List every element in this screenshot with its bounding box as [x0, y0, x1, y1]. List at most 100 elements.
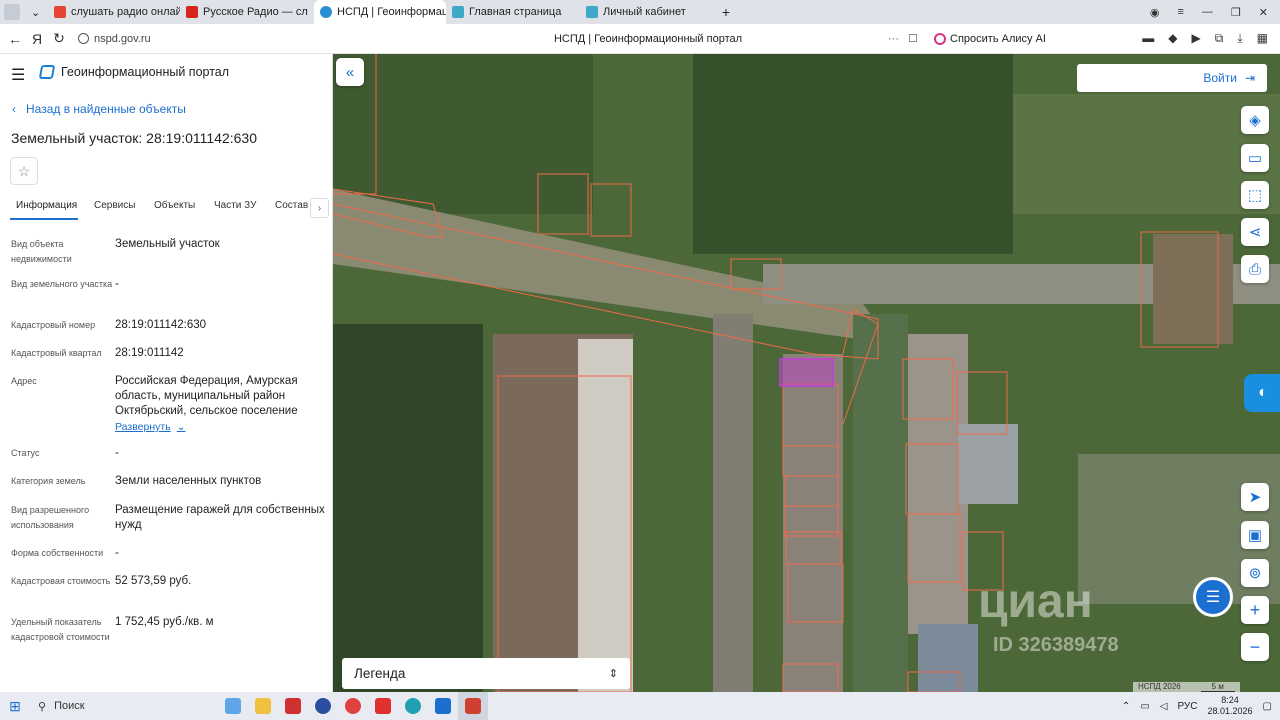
browser-tab[interactable]: слушать радио онлайн бе: [48, 1, 180, 23]
windows-taskbar: ⊞ ⚲ Поиск ⌃ ▭ ◁ РУС 8:24 28.01.2026 ▢: [0, 692, 1280, 720]
info-row: Форма собственности -: [11, 547, 119, 559]
tab-strip: Информация Сервисы Объекты Части ЗУ Сост…: [0, 196, 332, 220]
tab-info[interactable]: Информация: [16, 200, 77, 211]
collapse-panel-button[interactable]: «: [336, 58, 364, 86]
browser-tab[interactable]: Главная страница: [446, 1, 580, 23]
restore-icon[interactable]: ❐: [1231, 6, 1241, 19]
new-tab-button[interactable]: +: [714, 1, 738, 23]
chevron-down-icon: ⌄: [176, 421, 186, 433]
taskbar-app[interactable]: [218, 692, 248, 720]
menu-icon[interactable]: ☰: [11, 65, 25, 85]
support-chat-button[interactable]: ☰: [1193, 577, 1233, 617]
map-watermark: циан: [978, 575, 1093, 628]
start-button[interactable]: ⊞: [0, 692, 30, 720]
network-icon[interactable]: ▭: [1140, 701, 1149, 712]
chevron-left-icon: ‹: [12, 102, 16, 116]
more-icon[interactable]: ···: [888, 33, 908, 45]
page-title-display: НСПД | Геоинформационный портал: [553, 32, 743, 45]
taskbar-app[interactable]: [338, 692, 368, 720]
login-button[interactable]: Войти ⇥: [1077, 64, 1267, 92]
info-row: Кадастровый квартал 28:19:011142: [11, 347, 184, 359]
reload-icon[interactable]: ↻: [48, 28, 70, 50]
windows-icon: ⊞: [9, 697, 21, 714]
browser-tab-active[interactable]: НСПД | Геоинформаци✕: [314, 0, 446, 24]
notifications-icon[interactable]: ▢: [1263, 701, 1272, 712]
taskbar-app[interactable]: [458, 692, 488, 720]
legend-dropdown[interactable]: Легенда ⇕: [342, 658, 630, 689]
taskbar-app[interactable]: [428, 692, 458, 720]
tray-chevron-icon[interactable]: ⌃: [1122, 701, 1130, 712]
layers-button[interactable]: ◈: [1241, 106, 1269, 134]
minimap-button[interactable]: ▣: [1241, 521, 1269, 549]
object-title: Земельный участок: 28:19:011142:630: [11, 130, 257, 146]
tab-composition[interactable]: Состав: [275, 200, 308, 211]
search-location-button[interactable]: ⊚: [1241, 559, 1269, 587]
tab-services[interactable]: Сервисы: [94, 200, 135, 211]
close-window-icon[interactable]: ✕: [1259, 6, 1268, 19]
object-info-panel: ☰ Геоинформационный портал ‹ Назад в найд…: [0, 54, 333, 692]
share-icon: ⋖: [1248, 224, 1262, 241]
print-button[interactable]: ⎙: [1241, 255, 1269, 283]
zoom-out-button[interactable]: −: [1241, 633, 1269, 661]
plus-icon: +: [1249, 599, 1261, 620]
collections-icon[interactable]: ⧉: [1215, 31, 1224, 46]
bookmarks-icon[interactable]: ≡: [1177, 6, 1183, 19]
taskbar-app[interactable]: [308, 692, 338, 720]
tab-objects[interactable]: Объекты: [154, 200, 195, 211]
ruler-button[interactable]: ▭: [1241, 144, 1269, 172]
navigation-arrow-icon: ➤: [1248, 489, 1262, 506]
tabs-scroll-right-button[interactable]: ›: [310, 198, 329, 218]
satellite-map[interactable]: циан ID 326389478 « Войти ⇥ ◈ ▭ ⬚ ⋖ ⎙ ◐ ➤…: [333, 54, 1280, 692]
url-field[interactable]: nspd.gov.ru: [78, 33, 408, 45]
edge-icon: [405, 698, 421, 714]
language-indicator[interactable]: РУС: [1177, 701, 1197, 712]
info-row: Категория земель Земли населенных пунктов: [11, 475, 262, 487]
minus-icon: −: [1249, 636, 1261, 657]
extension-icon[interactable]: ◉: [1150, 6, 1160, 19]
back-link[interactable]: ‹ Назад в найденные объекты: [12, 102, 186, 116]
search-icon: ⚲: [38, 700, 47, 713]
favorite-button[interactable]: ☆: [10, 157, 38, 185]
taskbar-app[interactable]: [248, 692, 278, 720]
double-chevron-left-icon: «: [345, 63, 355, 81]
minimize-icon[interactable]: —: [1202, 6, 1213, 19]
taskbar-app[interactable]: [398, 692, 428, 720]
extension-icon[interactable]: ◆: [1168, 31, 1177, 46]
folder-icon: [255, 698, 271, 714]
task-view-icon: [225, 698, 241, 714]
info-row: Удельный показатель кадастровой стоимост…: [11, 616, 214, 642]
extension-icon[interactable]: ▬: [1142, 31, 1154, 46]
browser-tab-bar: ⌄ слушать радио онлайн бе Русское Радио …: [0, 0, 1280, 24]
gosuslugi-favicon-icon: [452, 6, 464, 18]
share-button[interactable]: ⋖: [1241, 218, 1269, 246]
expand-link[interactable]: Развернуть ⌄: [115, 421, 185, 433]
bookmark-icon[interactable]: ☐: [908, 32, 928, 45]
taskbar-app[interactable]: [278, 692, 308, 720]
sort-arrows-icon: ⇕: [608, 668, 618, 680]
profile-icon[interactable]: ▦: [1257, 31, 1268, 46]
geolocation-button[interactable]: ➤: [1241, 483, 1269, 511]
nspd-logo-icon: [38, 65, 56, 79]
media-icon[interactable]: ▶: [1192, 31, 1201, 46]
browser-tab[interactable]: Русское Радио — сл✕: [180, 1, 314, 23]
info-row: Вид объекта недвижимости Земельный участо…: [11, 238, 220, 264]
volume-icon[interactable]: ◁: [1160, 701, 1168, 712]
alice-button[interactable]: Спросить Алису AI: [928, 32, 1052, 45]
taskbar-app[interactable]: [368, 692, 398, 720]
tab-parts[interactable]: Части ЗУ: [214, 200, 256, 211]
cadastral-parcels-overlay: [333, 54, 1219, 692]
portal-title: Геоинформационный портал: [61, 65, 230, 79]
chevron-right-icon: ›: [317, 202, 322, 214]
zoom-in-button[interactable]: +: [1241, 596, 1269, 624]
taskbar-search[interactable]: ⚲ Поиск: [30, 692, 218, 720]
info-chat-button[interactable]: ◐: [1244, 374, 1280, 412]
yandex-icon[interactable]: Я: [26, 28, 48, 50]
browser-tab[interactable]: Личный кабинет: [580, 1, 714, 23]
back-icon[interactable]: ←: [4, 28, 26, 50]
clock[interactable]: 8:24 28.01.2026: [1208, 695, 1253, 717]
downloads-icon[interactable]: ⤓: [1237, 31, 1242, 46]
browser-menu-button[interactable]: ⌄: [0, 1, 48, 23]
app-icon: [315, 698, 331, 714]
select-area-button[interactable]: ⬚: [1241, 181, 1269, 209]
alice-icon: [934, 32, 946, 45]
